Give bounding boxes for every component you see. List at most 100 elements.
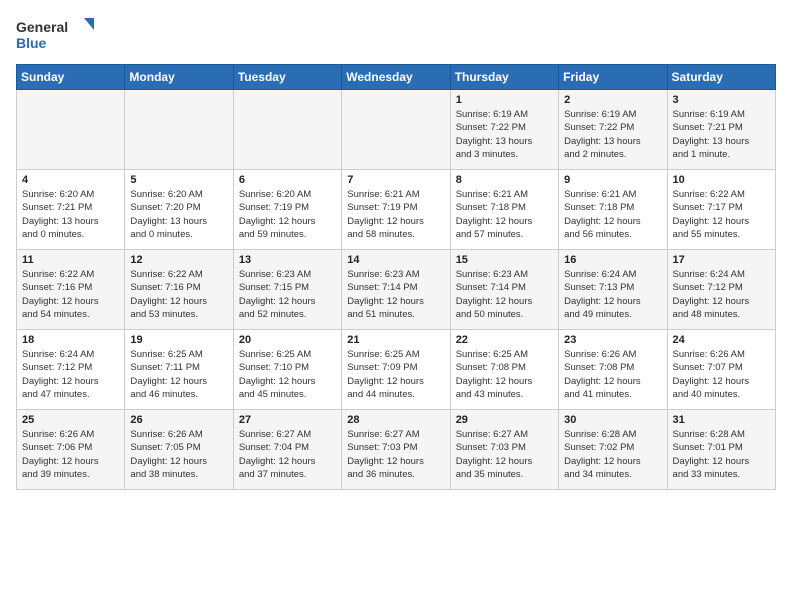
day-info: Sunrise: 6:25 AMSunset: 7:08 PMDaylight:… (456, 348, 553, 401)
logo-svg: GeneralBlue (16, 16, 96, 54)
calendar-cell: 24 Sunrise: 6:26 AMSunset: 7:07 PMDayligh… (667, 330, 775, 410)
day-number: 31 (673, 414, 770, 426)
day-info: Sunrise: 6:27 AMSunset: 7:03 PMDaylight:… (347, 428, 444, 481)
day-info: Sunrise: 6:26 AMSunset: 7:06 PMDaylight:… (22, 428, 119, 481)
day-info: Sunrise: 6:22 AMSunset: 7:17 PMDaylight:… (673, 188, 770, 241)
calendar-table: SundayMondayTuesdayWednesdayThursdayFrid… (16, 64, 776, 490)
day-number: 2 (564, 94, 661, 106)
calendar-week-row: 4Sunrise: 6:20 AMSunset: 7:21 PMDaylight… (17, 170, 776, 250)
day-number: 15 (456, 254, 553, 266)
day-info: Sunrise: 6:19 AMSunset: 7:22 PMDaylight:… (564, 108, 661, 161)
day-number: 22 (456, 334, 553, 346)
day-info: Sunrise: 6:21 AMSunset: 7:18 PMDaylight:… (456, 188, 553, 241)
calendar-cell: 10 Sunrise: 6:22 AMSunset: 7:17 PMDayligh… (667, 170, 775, 250)
calendar-cell: 20 Sunrise: 6:25 AMSunset: 7:10 PMDayligh… (233, 330, 341, 410)
day-number: 5 (130, 174, 227, 186)
day-number: 11 (22, 254, 119, 266)
day-number: 4 (22, 174, 119, 186)
calendar-week-row: 11 Sunrise: 6:22 AMSunset: 7:16 PMDayligh… (17, 250, 776, 330)
column-header-thursday: Thursday (450, 65, 558, 90)
day-info: Sunrise: 6:28 AMSunset: 7:01 PMDaylight:… (673, 428, 770, 481)
calendar-cell: 21 Sunrise: 6:25 AMSunset: 7:09 PMDayligh… (342, 330, 450, 410)
column-header-monday: Monday (125, 65, 233, 90)
calendar-cell: 22 Sunrise: 6:25 AMSunset: 7:08 PMDayligh… (450, 330, 558, 410)
day-info: Sunrise: 6:24 AMSunset: 7:12 PMDaylight:… (22, 348, 119, 401)
calendar-cell: 29 Sunrise: 6:27 AMSunset: 7:03 PMDayligh… (450, 410, 558, 490)
calendar-cell: 5 Sunrise: 6:20 AMSunset: 7:20 PMDaylight… (125, 170, 233, 250)
day-number: 27 (239, 414, 336, 426)
day-info: Sunrise: 6:25 AMSunset: 7:09 PMDaylight:… (347, 348, 444, 401)
calendar-cell: 17Sunrise: 6:24 AMSunset: 7:12 PMDayligh… (667, 250, 775, 330)
day-info: Sunrise: 6:22 AMSunset: 7:16 PMDaylight:… (22, 268, 119, 321)
day-number: 18 (22, 334, 119, 346)
calendar-cell: 2 Sunrise: 6:19 AMSunset: 7:22 PMDaylight… (559, 90, 667, 170)
calendar-cell: 30 Sunrise: 6:28 AMSunset: 7:02 PMDayligh… (559, 410, 667, 490)
svg-text:General: General (16, 19, 68, 35)
day-number: 30 (564, 414, 661, 426)
day-number: 25 (22, 414, 119, 426)
calendar-cell: 6 Sunrise: 6:20 AMSunset: 7:19 PMDaylight… (233, 170, 341, 250)
day-number: 28 (347, 414, 444, 426)
calendar-cell: 28 Sunrise: 6:27 AMSunset: 7:03 PMDayligh… (342, 410, 450, 490)
calendar-cell: 19 Sunrise: 6:25 AMSunset: 7:11 PMDayligh… (125, 330, 233, 410)
calendar-cell: 3Sunrise: 6:19 AMSunset: 7:21 PMDaylight… (667, 90, 775, 170)
day-info: Sunrise: 6:26 AMSunset: 7:07 PMDaylight:… (673, 348, 770, 401)
calendar-cell: 31 Sunrise: 6:28 AMSunset: 7:01 PMDayligh… (667, 410, 775, 490)
day-number: 7 (347, 174, 444, 186)
day-info: Sunrise: 6:24 AMSunset: 7:12 PMDaylight:… (673, 268, 770, 321)
day-info: Sunrise: 6:27 AMSunset: 7:04 PMDaylight:… (239, 428, 336, 481)
calendar-cell (342, 90, 450, 170)
day-info: Sunrise: 6:21 AMSunset: 7:18 PMDaylight:… (564, 188, 661, 241)
day-number: 26 (130, 414, 227, 426)
day-number: 9 (564, 174, 661, 186)
calendar-cell: 4Sunrise: 6:20 AMSunset: 7:21 PMDaylight… (17, 170, 125, 250)
calendar-cell: 1Sunrise: 6:19 AMSunset: 7:22 PMDaylight… (450, 90, 558, 170)
calendar-cell: 25 Sunrise: 6:26 AMSunset: 7:06 PMDayligh… (17, 410, 125, 490)
header: GeneralBlue (16, 16, 776, 54)
calendar-cell: 12Sunrise: 6:22 AMSunset: 7:16 PMDayligh… (125, 250, 233, 330)
column-header-sunday: Sunday (17, 65, 125, 90)
day-info: Sunrise: 6:20 AMSunset: 7:19 PMDaylight:… (239, 188, 336, 241)
day-number: 16 (564, 254, 661, 266)
calendar-cell: 7 Sunrise: 6:21 AMSunset: 7:19 PMDaylight… (342, 170, 450, 250)
calendar-week-row: 18 Sunrise: 6:24 AMSunset: 7:12 PMDayligh… (17, 330, 776, 410)
calendar-cell: 13Sunrise: 6:23 AMSunset: 7:15 PMDayligh… (233, 250, 341, 330)
day-info: Sunrise: 6:27 AMSunset: 7:03 PMDaylight:… (456, 428, 553, 481)
calendar-cell: 9 Sunrise: 6:21 AMSunset: 7:18 PMDaylight… (559, 170, 667, 250)
calendar-cell: 27 Sunrise: 6:27 AMSunset: 7:04 PMDayligh… (233, 410, 341, 490)
calendar-cell: 18 Sunrise: 6:24 AMSunset: 7:12 PMDayligh… (17, 330, 125, 410)
calendar-cell: 14 Sunrise: 6:23 AMSunset: 7:14 PMDayligh… (342, 250, 450, 330)
day-info: Sunrise: 6:28 AMSunset: 7:02 PMDaylight:… (564, 428, 661, 481)
day-info: Sunrise: 6:25 AMSunset: 7:11 PMDaylight:… (130, 348, 227, 401)
day-number: 13 (239, 254, 336, 266)
calendar-cell: 26Sunrise: 6:26 AMSunset: 7:05 PMDayligh… (125, 410, 233, 490)
day-info: Sunrise: 6:24 AMSunset: 7:13 PMDaylight:… (564, 268, 661, 321)
day-number: 23 (564, 334, 661, 346)
day-number: 24 (673, 334, 770, 346)
day-info: Sunrise: 6:21 AMSunset: 7:19 PMDaylight:… (347, 188, 444, 241)
day-info: Sunrise: 6:20 AMSunset: 7:20 PMDaylight:… (130, 188, 227, 241)
day-info: Sunrise: 6:19 AMSunset: 7:22 PMDaylight:… (456, 108, 553, 161)
day-number: 10 (673, 174, 770, 186)
day-number: 19 (130, 334, 227, 346)
calendar-cell: 16 Sunrise: 6:24 AMSunset: 7:13 PMDayligh… (559, 250, 667, 330)
day-number: 29 (456, 414, 553, 426)
day-info: Sunrise: 6:26 AMSunset: 7:08 PMDaylight:… (564, 348, 661, 401)
calendar-cell (17, 90, 125, 170)
calendar-cell: 23 Sunrise: 6:26 AMSunset: 7:08 PMDayligh… (559, 330, 667, 410)
day-info: Sunrise: 6:25 AMSunset: 7:10 PMDaylight:… (239, 348, 336, 401)
day-number: 14 (347, 254, 444, 266)
day-info: Sunrise: 6:23 AMSunset: 7:14 PMDaylight:… (456, 268, 553, 321)
day-number: 21 (347, 334, 444, 346)
day-info: Sunrise: 6:23 AMSunset: 7:14 PMDaylight:… (347, 268, 444, 321)
calendar-cell: 11 Sunrise: 6:22 AMSunset: 7:16 PMDayligh… (17, 250, 125, 330)
calendar-cell: 15 Sunrise: 6:23 AMSunset: 7:14 PMDayligh… (450, 250, 558, 330)
day-number: 20 (239, 334, 336, 346)
column-header-saturday: Saturday (667, 65, 775, 90)
day-number: 6 (239, 174, 336, 186)
calendar-header-row: SundayMondayTuesdayWednesdayThursdayFrid… (17, 65, 776, 90)
column-header-friday: Friday (559, 65, 667, 90)
column-header-wednesday: Wednesday (342, 65, 450, 90)
calendar-cell (233, 90, 341, 170)
day-info: Sunrise: 6:19 AMSunset: 7:21 PMDaylight:… (673, 108, 770, 161)
